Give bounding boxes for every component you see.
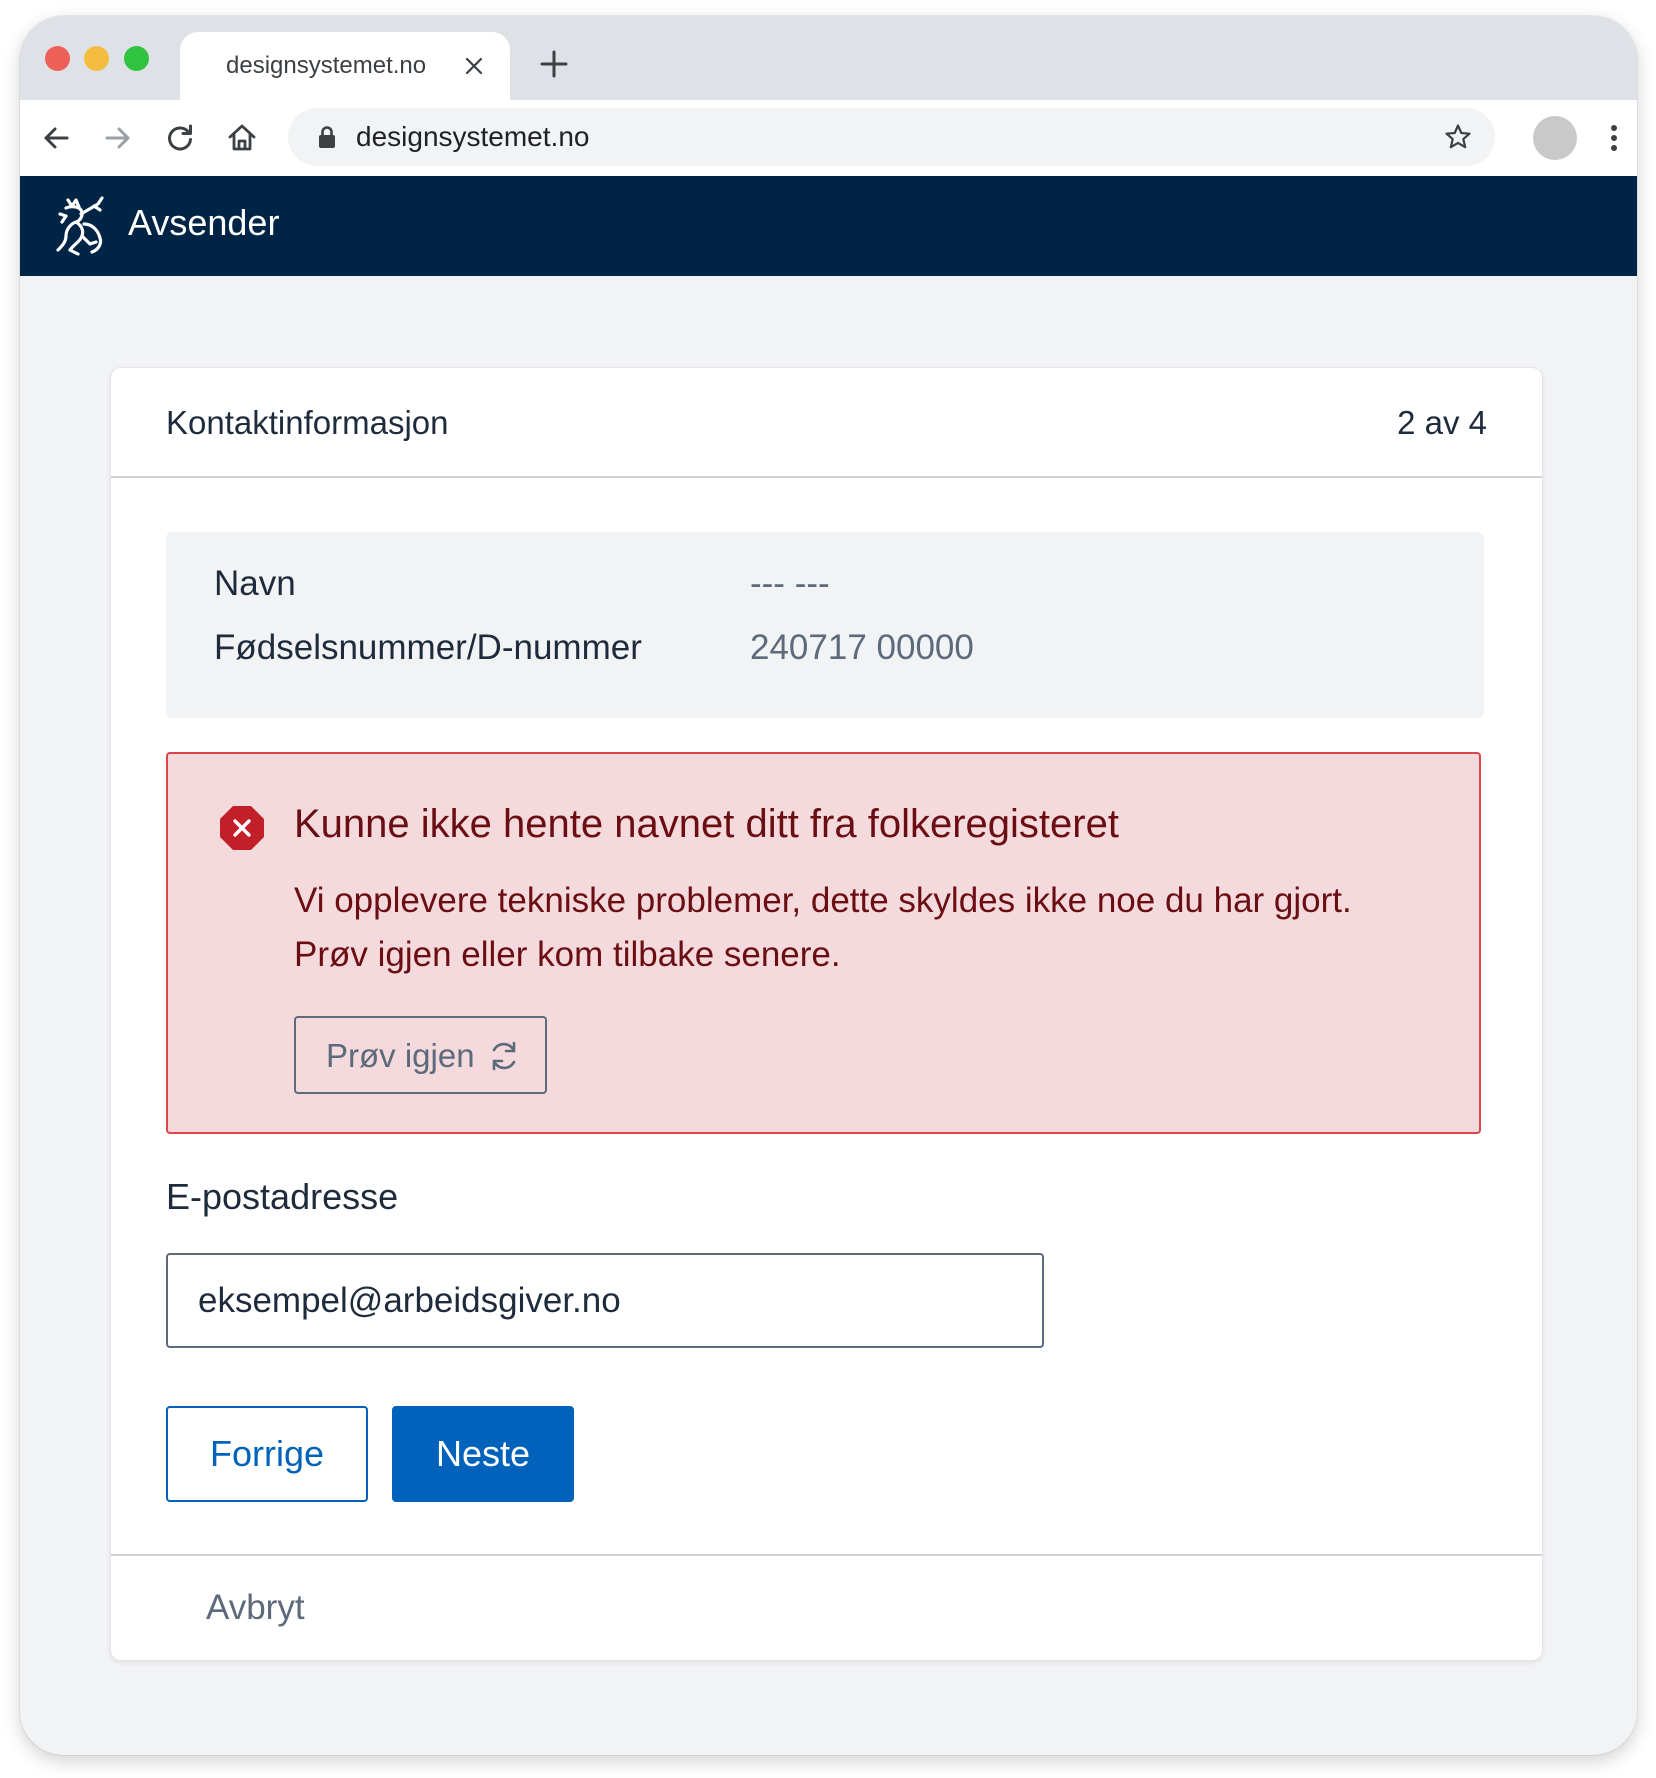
card-footer: Avbryt [111,1554,1542,1660]
url-text: designsystemet.no [356,121,590,152]
avatar[interactable] [1533,116,1577,160]
next-button[interactable]: Neste [392,1406,574,1502]
error-alert: Kunne ikke hente navnet ditt fra folkere… [166,752,1481,1134]
info-value-name: --- --- [750,564,830,603]
lion-logo-icon [56,196,104,256]
arrow-left-icon[interactable] [38,120,74,156]
alert-message: Vi opplevere tekniske problemer, dette s… [294,881,1352,974]
lock-icon [319,126,335,148]
site-title: Avsender [128,202,280,243]
previous-button[interactable]: Forrige [166,1406,368,1502]
plus-icon[interactable] [538,48,570,80]
person-info-box: Navn --- --- Fødselsnummer/D-nummer 2407… [166,532,1484,718]
close-window-button[interactable] [45,46,70,71]
close-icon[interactable] [462,54,486,78]
error-octagon-icon [220,806,264,850]
card-title: Kontaktinformasjon [166,404,449,441]
form-card: Kontaktinformasjon 2 av 4 Navn --- --- F… [111,368,1542,1660]
tab-bar: designsystemet.no [20,16,1637,100]
retry-button-label: Prøv igjen [326,1037,475,1074]
reload-icon[interactable] [162,120,198,156]
step-indicator: 2 av 4 [1397,404,1487,441]
minimize-window-button[interactable] [84,46,109,71]
star-icon[interactable] [1443,122,1473,152]
info-label-name: Navn [214,564,296,603]
retry-icon [492,1041,516,1071]
browser-toolbar: designsystemet.no [20,100,1637,176]
retry-button[interactable]: Prøv igjen [294,1016,547,1094]
email-field[interactable] [166,1253,1044,1348]
card-header: Kontaktinformasjon 2 av 4 [111,368,1542,478]
browser-tab[interactable]: designsystemet.no [180,32,510,100]
arrow-right-icon[interactable] [100,120,136,156]
tab-title: designsystemet.no [226,52,427,79]
site-header: Avsender [20,176,1637,276]
address-bar[interactable]: designsystemet.no [288,108,1495,166]
cancel-link[interactable]: Avbryt [206,1588,305,1628]
kebab-menu-icon[interactable] [1596,120,1632,156]
home-icon[interactable] [224,120,260,156]
email-label: E-postadresse [166,1176,399,1217]
browser-window: designsystemet.no designsystemet.no Avse… [20,16,1637,1755]
maximize-window-button[interactable] [124,46,149,71]
info-label-id-number: Fødselsnummer/D-nummer [214,628,642,667]
info-value-id-number: 240717 00000 [750,628,974,667]
alert-title: Kunne ikke hente navnet ditt fra folkere… [294,802,1119,846]
